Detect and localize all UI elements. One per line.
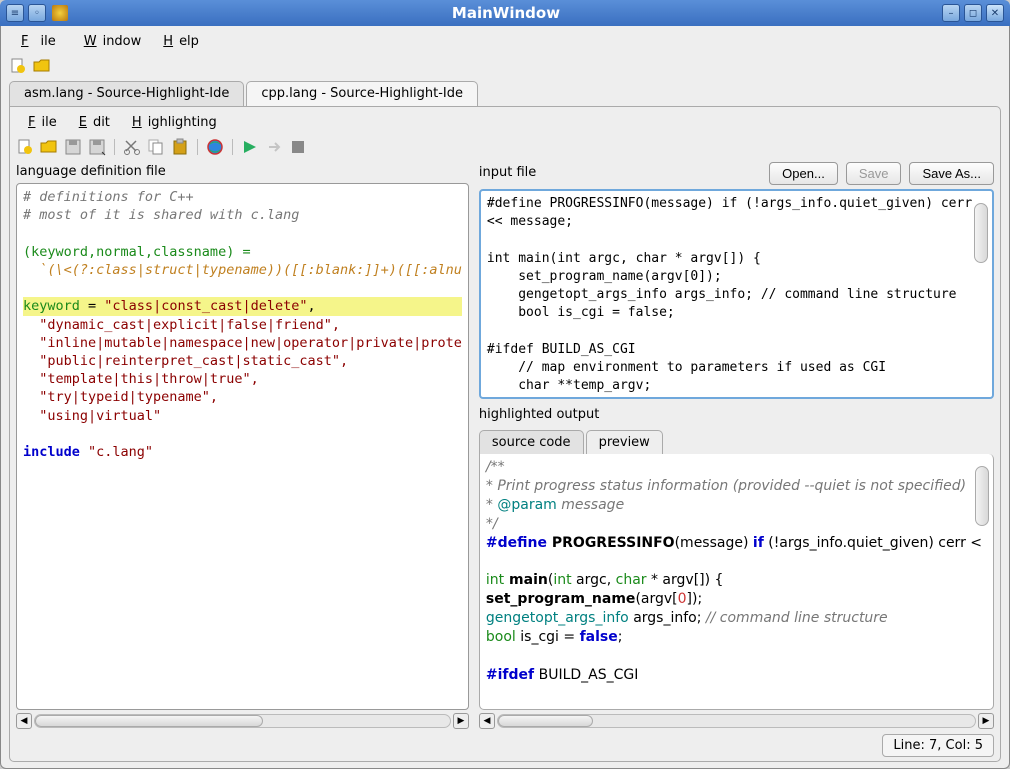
input-vscroll[interactable]: [974, 193, 990, 395]
minimize-button[interactable]: –: [942, 4, 960, 22]
titlebar: ≡ ◦ MainWindow – ◻ ✕: [0, 0, 1010, 26]
menu-window[interactable]: Window: [72, 32, 148, 51]
new-file-icon[interactable]: [9, 57, 27, 75]
tab-asm-lang[interactable]: asm.lang - Source-Highlight-Ide: [9, 81, 244, 106]
inner-menubar: File Edit Highlighting: [16, 111, 994, 134]
new-icon[interactable]: [16, 138, 34, 156]
preview-hscroll[interactable]: ◀ ▶: [479, 712, 994, 730]
open-button[interactable]: Open...: [769, 162, 838, 185]
statusbar: Line: 7, Col: 5: [16, 730, 994, 757]
window-title: MainWindow: [72, 4, 940, 22]
window-shade-button[interactable]: ◦: [28, 4, 46, 22]
menu-file[interactable]: File: [9, 32, 68, 51]
save-icon[interactable]: [64, 138, 82, 156]
inner-menu-file[interactable]: File: [16, 113, 63, 132]
input-file-label: input file: [479, 163, 761, 184]
cut-icon[interactable]: [123, 138, 141, 156]
main-menubar: File Window Help: [9, 28, 1001, 55]
cursor-position: Line: 7, Col: 5: [882, 734, 994, 757]
scroll-left-icon[interactable]: ◀: [16, 713, 32, 729]
tab-cpp-lang[interactable]: cpp.lang - Source-Highlight-Ide: [246, 81, 478, 106]
inner-menu-edit[interactable]: Edit: [67, 113, 116, 132]
toolbar-separator: [114, 139, 115, 155]
lang-def-editor[interactable]: # definitions for C++ # most of it is sh…: [16, 183, 469, 710]
tab-preview[interactable]: preview: [586, 430, 663, 454]
scroll-right-icon[interactable]: ▶: [978, 713, 994, 729]
preview-vscroll[interactable]: [975, 456, 991, 707]
window-menu-button[interactable]: ≡: [6, 4, 24, 22]
close-button[interactable]: ✕: [986, 4, 1004, 22]
window-body: File Window Help asm.lang - Source-Highl…: [0, 26, 1010, 769]
menu-help[interactable]: Help: [151, 32, 205, 51]
preview-pane[interactable]: /** * Print progress status information …: [479, 454, 994, 710]
tab-source-code[interactable]: source code: [479, 430, 584, 454]
save-button[interactable]: Save: [846, 162, 902, 185]
app-icon: [52, 5, 68, 21]
inner-toolbar: [16, 134, 994, 162]
left-pane: language definition file # definitions f…: [16, 162, 469, 730]
toolbar-separator: [197, 139, 198, 155]
document-tabs: asm.lang - Source-Highlight-Ide cpp.lang…: [9, 81, 1001, 106]
document-panel: File Edit Highlighting language definiti…: [9, 106, 1001, 762]
left-pane-label: language definition file: [16, 162, 469, 183]
inner-menu-highlighting[interactable]: Highlighting: [120, 113, 223, 132]
stop-icon[interactable]: [289, 138, 307, 156]
scroll-right-icon[interactable]: ▶: [453, 713, 469, 729]
main-toolbar: [9, 55, 1001, 81]
save-as-button[interactable]: Save As...: [909, 162, 994, 185]
scroll-left-icon[interactable]: ◀: [479, 713, 495, 729]
output-tabs: source code preview: [479, 430, 994, 454]
run-icon[interactable]: [241, 138, 259, 156]
toolbar-separator: [232, 139, 233, 155]
input-file-editor[interactable]: #define PROGRESSINFO(message) if (!args_…: [479, 189, 994, 399]
open-icon[interactable]: [40, 138, 58, 156]
right-pane: input file Open... Save Save As... #defi…: [479, 162, 994, 730]
globe-icon[interactable]: [206, 138, 224, 156]
output-label: highlighted output: [479, 405, 994, 426]
paste-icon[interactable]: [171, 138, 189, 156]
left-hscroll[interactable]: ◀ ▶: [16, 712, 469, 730]
open-folder-icon[interactable]: [33, 57, 51, 75]
copy-icon[interactable]: [147, 138, 165, 156]
split-pane: language definition file # definitions f…: [16, 162, 994, 730]
maximize-button[interactable]: ◻: [964, 4, 982, 22]
save-as-icon[interactable]: [88, 138, 106, 156]
forward-icon[interactable]: [265, 138, 283, 156]
